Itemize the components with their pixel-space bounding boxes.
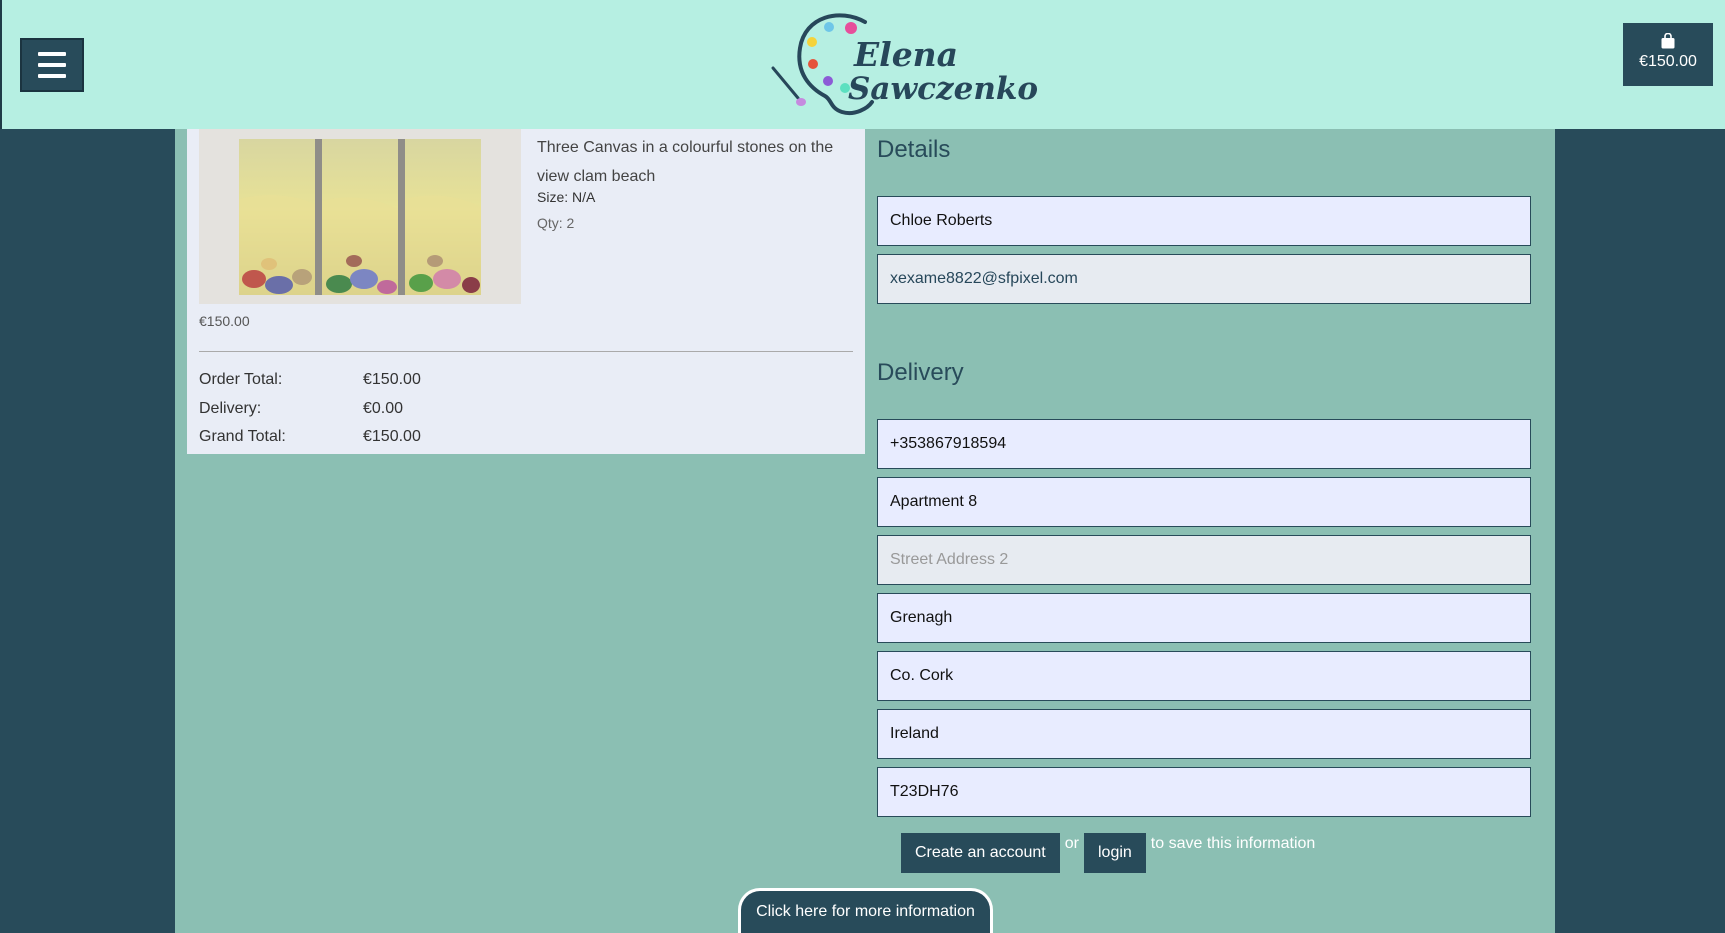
- order-totals: Order Total: €150.00 Delivery: €0.00 Gra…: [199, 371, 421, 457]
- order-summary: Three Canvas in a colourful stones on th…: [187, 129, 865, 454]
- product-price: €150.00: [199, 313, 250, 329]
- save-info-prompt: Create an account or login to save this …: [901, 833, 1320, 873]
- menu-bar: [38, 74, 66, 78]
- or-text: or: [1064, 835, 1079, 852]
- menu-bar: [38, 52, 66, 56]
- delivery-cost-value: €0.00: [363, 399, 404, 417]
- street-address-2-field[interactable]: [877, 535, 1531, 585]
- order-total-value: €150.00: [363, 371, 421, 388]
- shopping-bag-icon: [1661, 33, 1675, 49]
- hamburger-menu-button[interactable]: [20, 38, 84, 92]
- phone-number-field[interactable]: [877, 419, 1531, 469]
- summary-divider: [199, 351, 853, 352]
- triptych-painting-image: [199, 129, 521, 304]
- town-city-field[interactable]: [877, 593, 1531, 643]
- order-total-label: Order Total:: [199, 371, 283, 388]
- site-logo[interactable]: Elena Sawczenko: [770, 8, 1050, 120]
- shopping-bag-button[interactable]: €150.00: [1623, 23, 1713, 86]
- delivery-heading: Delivery: [877, 359, 964, 386]
- county-field[interactable]: [877, 651, 1531, 701]
- site-header: Elena Sawczenko €150.00: [0, 0, 1725, 129]
- order-total-row: Order Total: €150.00: [199, 371, 421, 400]
- postcode-field[interactable]: [877, 767, 1531, 817]
- street-address-1-field[interactable]: [877, 477, 1531, 527]
- checkout-main: Three Canvas in a colourful stones on th…: [175, 129, 1555, 933]
- product-size: Size: N/A: [537, 189, 596, 205]
- grand-total-row: Grand Total: €150.00: [199, 428, 421, 457]
- email-field[interactable]: [877, 254, 1531, 304]
- logo-text: Elena Sawczenko: [840, 35, 1039, 107]
- menu-bar: [38, 63, 66, 67]
- grand-total-label: Grand Total:: [199, 428, 286, 445]
- cart-total: €150.00: [1639, 53, 1697, 70]
- create-account-button[interactable]: Create an account: [901, 833, 1060, 873]
- product-name: Three Canvas in a colourful stones on th…: [537, 139, 834, 185]
- country-field[interactable]: [877, 709, 1531, 759]
- product-quantity: Qty: 2: [537, 215, 575, 231]
- login-button[interactable]: login: [1083, 833, 1146, 873]
- logo-last-name: Sawczenko: [848, 71, 1039, 107]
- logo-first-name: Elena: [854, 35, 959, 74]
- delivery-cost-label: Delivery:: [199, 399, 262, 417]
- product-image[interactable]: [199, 129, 521, 304]
- full-name-field[interactable]: [877, 196, 1531, 246]
- save-info-text: to save this information: [1150, 835, 1316, 852]
- delivery-cost-row: Delivery: €0.00: [199, 400, 421, 429]
- more-information-button[interactable]: Click here for more information: [738, 888, 993, 933]
- details-heading: Details: [877, 136, 951, 163]
- grand-total-value: €150.00: [363, 428, 421, 445]
